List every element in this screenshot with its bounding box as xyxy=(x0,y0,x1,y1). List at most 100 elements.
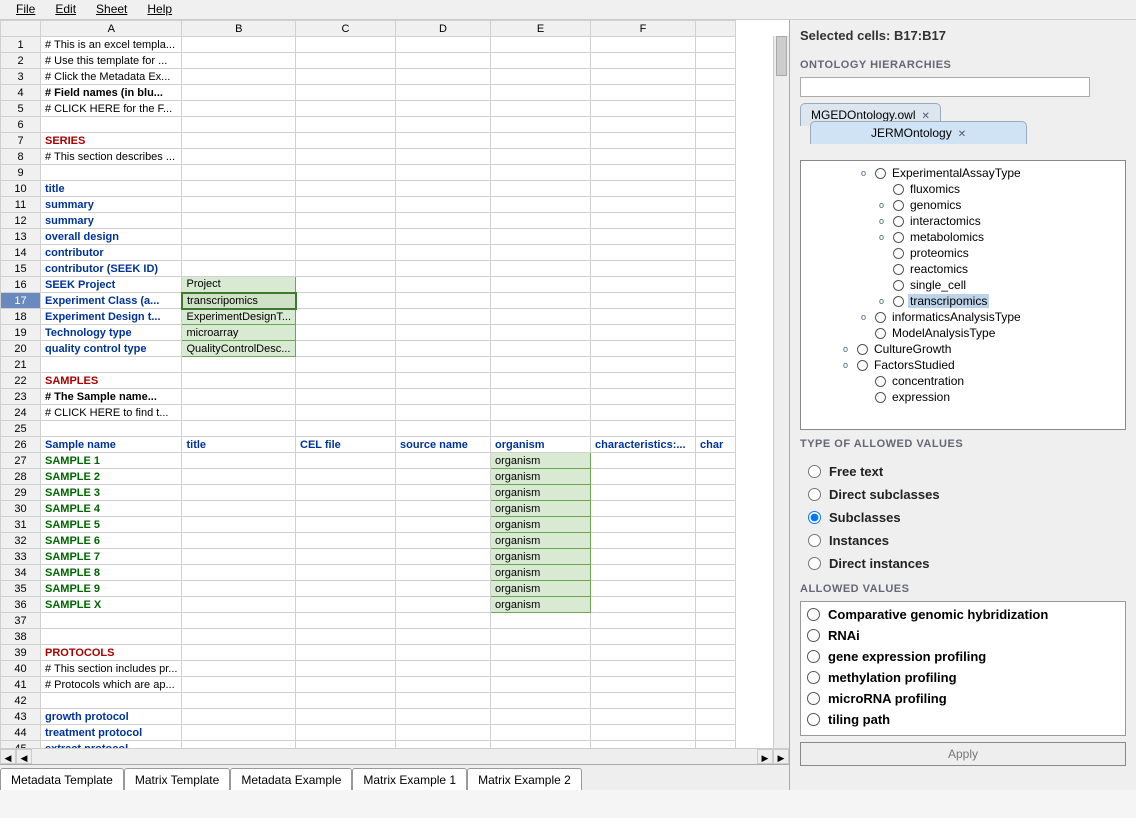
table-row[interactable]: 27SAMPLE 1organism xyxy=(1,453,736,469)
cell[interactable]: transcripomics xyxy=(182,293,296,309)
table-row[interactable]: 19Technology typemicroarray xyxy=(1,325,736,341)
table-row[interactable]: 11summary xyxy=(1,197,736,213)
cell[interactable]: # Use this template for ... xyxy=(41,53,182,69)
table-row[interactable]: 29SAMPLE 3organism xyxy=(1,485,736,501)
expand-icon[interactable]: o xyxy=(843,360,853,370)
radio-icon[interactable] xyxy=(893,184,904,195)
ontology-tab-jerm[interactable]: JERMOntology✕ xyxy=(810,121,1027,144)
cell[interactable] xyxy=(491,341,591,357)
row-header[interactable]: 34 xyxy=(1,565,41,581)
cell[interactable] xyxy=(591,165,696,181)
cell[interactable]: SAMPLE 2 xyxy=(41,469,182,485)
expand-icon[interactable]: o xyxy=(861,168,871,178)
cell[interactable] xyxy=(396,53,491,69)
ontology-search-input[interactable] xyxy=(800,77,1090,97)
cell[interactable]: # Click the Metadata Ex... xyxy=(41,69,182,85)
cell[interactable] xyxy=(182,37,296,53)
cell[interactable]: # Protocols which are ap... xyxy=(41,677,182,693)
grid-viewport[interactable]: ABCDEF1# This is an excel templa...2# Us… xyxy=(0,20,789,748)
table-row[interactable]: 23# The Sample name... xyxy=(1,389,736,405)
cell[interactable] xyxy=(591,245,696,261)
cell[interactable]: SERIES xyxy=(41,133,182,149)
cell[interactable] xyxy=(396,101,491,117)
table-row[interactable]: 26Sample nametitleCEL filesource nameorg… xyxy=(1,437,736,453)
cell[interactable] xyxy=(491,37,591,53)
cell[interactable] xyxy=(182,741,296,749)
cell[interactable]: SAMPLE 7 xyxy=(41,549,182,565)
table-row[interactable]: 2# Use this template for ... xyxy=(1,53,736,69)
cell[interactable] xyxy=(296,661,396,677)
cell[interactable] xyxy=(396,69,491,85)
table-row[interactable]: 9 xyxy=(1,165,736,181)
tree-node[interactable]: fluxomics xyxy=(807,181,1119,197)
radio-input[interactable] xyxy=(808,557,821,570)
cell[interactable] xyxy=(296,469,396,485)
cell[interactable]: # This section describes ... xyxy=(41,149,182,165)
cell[interactable]: # This is an excel templa... xyxy=(41,37,182,53)
cell[interactable]: contributor (SEEK ID) xyxy=(41,261,182,277)
radio-icon[interactable] xyxy=(893,296,904,307)
cell[interactable] xyxy=(491,261,591,277)
cell[interactable] xyxy=(591,741,696,749)
tree-label[interactable]: proteomics xyxy=(908,246,971,260)
cell[interactable] xyxy=(696,581,736,597)
cell[interactable] xyxy=(182,517,296,533)
cell[interactable]: PROTOCOLS xyxy=(41,645,182,661)
tree-label[interactable]: genomics xyxy=(908,198,963,212)
cell[interactable] xyxy=(696,629,736,645)
cell[interactable] xyxy=(696,421,736,437)
row-header[interactable]: 28 xyxy=(1,469,41,485)
sheet-tab[interactable]: Metadata Template xyxy=(0,768,124,790)
cell[interactable] xyxy=(591,405,696,421)
cell[interactable] xyxy=(696,597,736,613)
row-header[interactable]: 14 xyxy=(1,245,41,261)
cell[interactable] xyxy=(591,53,696,69)
value-type-option[interactable]: Direct subclasses xyxy=(800,483,1126,506)
cell[interactable] xyxy=(591,85,696,101)
scroll-right-icon[interactable]: ▶ xyxy=(773,749,789,764)
radio-icon[interactable] xyxy=(893,200,904,211)
tree-node[interactable]: oinformaticsAnalysisType xyxy=(807,309,1119,325)
cell[interactable] xyxy=(696,229,736,245)
cell[interactable] xyxy=(396,341,491,357)
cell[interactable] xyxy=(396,149,491,165)
cell[interactable] xyxy=(491,709,591,725)
cell[interactable]: organism xyxy=(491,597,591,613)
cell[interactable] xyxy=(296,517,396,533)
cell[interactable] xyxy=(41,613,182,629)
cell[interactable] xyxy=(396,197,491,213)
cell[interactable]: SAMPLE 6 xyxy=(41,533,182,549)
cell[interactable] xyxy=(491,245,591,261)
cell[interactable] xyxy=(182,149,296,165)
cell[interactable] xyxy=(396,133,491,149)
row-header[interactable]: 6 xyxy=(1,117,41,133)
cell[interactable] xyxy=(696,389,736,405)
table-row[interactable]: 39PROTOCOLS xyxy=(1,645,736,661)
sheet-tab[interactable]: Metadata Example xyxy=(230,768,352,790)
cell[interactable] xyxy=(696,181,736,197)
radio-icon[interactable] xyxy=(893,280,904,291)
cell[interactable] xyxy=(396,549,491,565)
row-header[interactable]: 17 xyxy=(1,293,41,309)
allowed-value-option[interactable]: Comparative genomic hybridization xyxy=(805,604,1121,625)
table-row[interactable]: 37 xyxy=(1,613,736,629)
radio-input[interactable] xyxy=(808,488,821,501)
table-row[interactable]: 41# Protocols which are ap... xyxy=(1,677,736,693)
cell[interactable] xyxy=(591,453,696,469)
allowed-value-option[interactable]: gene expression profiling xyxy=(805,646,1121,667)
cell[interactable] xyxy=(696,677,736,693)
cell[interactable] xyxy=(396,405,491,421)
cell[interactable] xyxy=(491,373,591,389)
radio-icon[interactable] xyxy=(807,650,820,663)
expand-icon[interactable]: o xyxy=(861,312,871,322)
cell[interactable] xyxy=(296,245,396,261)
cell[interactable]: organism xyxy=(491,469,591,485)
row-header[interactable]: 15 xyxy=(1,261,41,277)
radio-icon[interactable] xyxy=(807,608,820,621)
tree-node[interactable]: ogenomics xyxy=(807,197,1119,213)
cell[interactable] xyxy=(396,725,491,741)
cell[interactable] xyxy=(491,405,591,421)
cell[interactable] xyxy=(396,485,491,501)
cell[interactable] xyxy=(591,581,696,597)
tree-label[interactable]: transcripomics xyxy=(908,294,989,308)
